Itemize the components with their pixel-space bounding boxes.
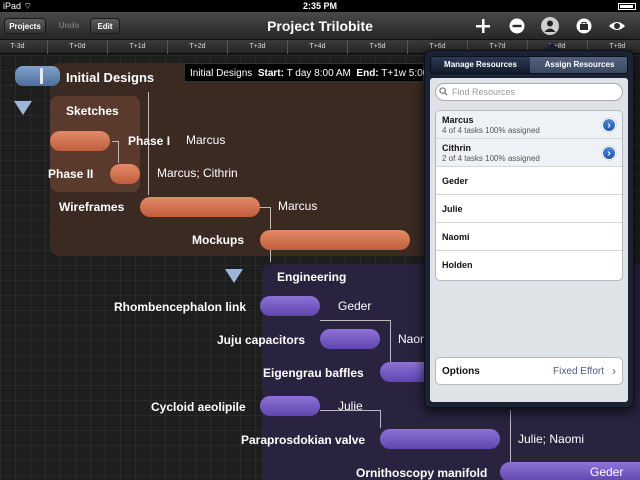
task-bar-rhombencephalon-link[interactable] [260,296,320,316]
resource-name: Julie [442,204,463,214]
task-label[interactable]: Paraprosdokian valve [241,433,365,447]
remove-icon[interactable] [508,17,526,35]
dependency-line [270,250,271,262]
search-icon [439,87,448,96]
timeline-tick: T+5d [348,40,408,54]
group-title-design[interactable]: Initial Designs [66,70,154,85]
task-tooltip: Initial Designs Start: T day 8:00 AM End… [184,63,446,82]
timeline-tick: T+1d [108,40,168,54]
resource-list: Marcus 4 of 4 tasks 100% assigned › Cith… [435,110,623,281]
task-resource: Marcus [278,199,318,213]
resource-row-holden[interactable]: Holden [436,251,622,279]
task-resource: Geder [590,465,624,479]
disclosure-chevron-icon[interactable]: › [602,118,616,132]
dependency-line [320,320,390,321]
task-resource: Marcus [186,133,226,147]
toolbar: Projects Undo Edit Project Trilobite [0,12,640,40]
options-label: Options [442,366,480,377]
resource-name: Naomi [442,232,470,242]
task-bar-wireframes[interactable] [140,197,260,217]
task-label[interactable]: Eigengrau baffles [263,366,364,380]
find-resources-input[interactable]: Find Resources [435,83,623,101]
popover-body: Find Resources Marcus 4 of 4 tasks 100% … [430,78,628,402]
tooltip-task-name: Initial Designs [190,68,253,79]
group-title-sketches[interactable]: Sketches [66,104,119,118]
chevron-right-icon: › [612,364,616,378]
add-icon[interactable] [474,17,492,35]
task-label[interactable]: Rhombencephalon link [114,300,246,314]
timeline-tick: T+0d [48,40,108,54]
status-bar: iPad ⌔ 2:35 PM [0,0,640,12]
resource-name: Geder [442,176,469,186]
collapse-triangle-icon[interactable] [14,101,32,115]
disclosure-chevron-icon[interactable]: › [602,146,616,160]
resource-name: Marcus [442,115,474,125]
resource-row-julie[interactable]: Julie [436,195,622,223]
tooltip-start-value: T day 8:00 AM [286,68,351,79]
task-bar-mockups[interactable] [260,230,410,250]
task-bar-juju-capacitors[interactable] [320,329,380,349]
tab-manage-resources[interactable]: Manage Resources [431,57,530,73]
task-label[interactable]: Wireframes [59,200,124,214]
eye-icon[interactable] [608,17,626,35]
task-resource: Geder [338,299,372,313]
resource-detail: 2 of 4 tasks 100% assigned [442,154,540,163]
resource-name: Holden [442,260,473,270]
resource-row-cithrin[interactable]: Cithrin 2 of 4 tasks 100% assigned › [436,139,622,167]
drag-handle-grip [40,68,43,84]
dependency-line [118,141,119,163]
collapse-triangle-icon[interactable] [225,269,243,283]
task-resource: Julie; Naomi [518,432,585,446]
task-label[interactable]: Mockups [192,233,244,247]
timeline-tick: T-3d [0,40,48,54]
clock: 2:35 PM [302,1,337,11]
app-screen: iPad ⌔ 2:35 PM Projects Undo Edit Projec… [0,0,640,480]
task-label[interactable]: Cycloid aeolipile [151,400,246,414]
task-bar-phase-1[interactable] [50,131,110,151]
task-label[interactable]: Ornithoscopy manifold [356,466,487,480]
resource-row-geder[interactable]: Geder [436,167,622,195]
task-bar-paraprosdokian-valve[interactable] [380,429,500,449]
resource-row-marcus[interactable]: Marcus 4 of 4 tasks 100% assigned › [436,111,622,139]
task-label[interactable]: Juju capacitors [217,333,305,347]
tooltip-start-label: Start: [257,68,284,79]
dependency-line [390,320,391,362]
resource-detail: 4 of 4 tasks 100% assigned [442,126,540,135]
resources-segmented-control: Manage Resources Assign Resources [430,56,628,74]
task-label[interactable]: Phase II [48,167,93,181]
dependency-line [270,207,271,229]
task-bar-phase-2[interactable] [110,164,140,184]
group-title-engineering[interactable]: Engineering [277,270,346,284]
resource-row-naomi[interactable]: Naomi [436,223,622,251]
tab-assign-resources[interactable]: Assign Resources [530,57,627,73]
briefcase-icon[interactable] [575,17,593,35]
options-row[interactable]: Options Fixed Effort › [435,357,623,385]
options-value: Fixed Effort [553,366,604,377]
task-label[interactable]: Phase I [128,134,170,148]
resources-popover: Manage Resources Assign Resources Find R… [424,50,634,408]
task-bar-cycloid-aeolipile[interactable] [260,396,320,416]
group-drag-handle[interactable] [15,66,60,86]
task-resource: Marcus; Cithrin [157,166,238,180]
dependency-line [380,410,381,428]
battery-icon [616,0,636,12]
timeline-tick: T+4d [288,40,348,54]
task-resource: Julie [338,399,363,413]
resource-name: Cithrin [442,143,471,153]
timeline-tick: T+3d [228,40,288,54]
tooltip-end-label: End: [356,68,379,79]
timeline-tick: T+2d [168,40,228,54]
dependency-line [510,410,511,462]
dependency-line [260,207,270,208]
person-icon[interactable] [541,17,559,35]
